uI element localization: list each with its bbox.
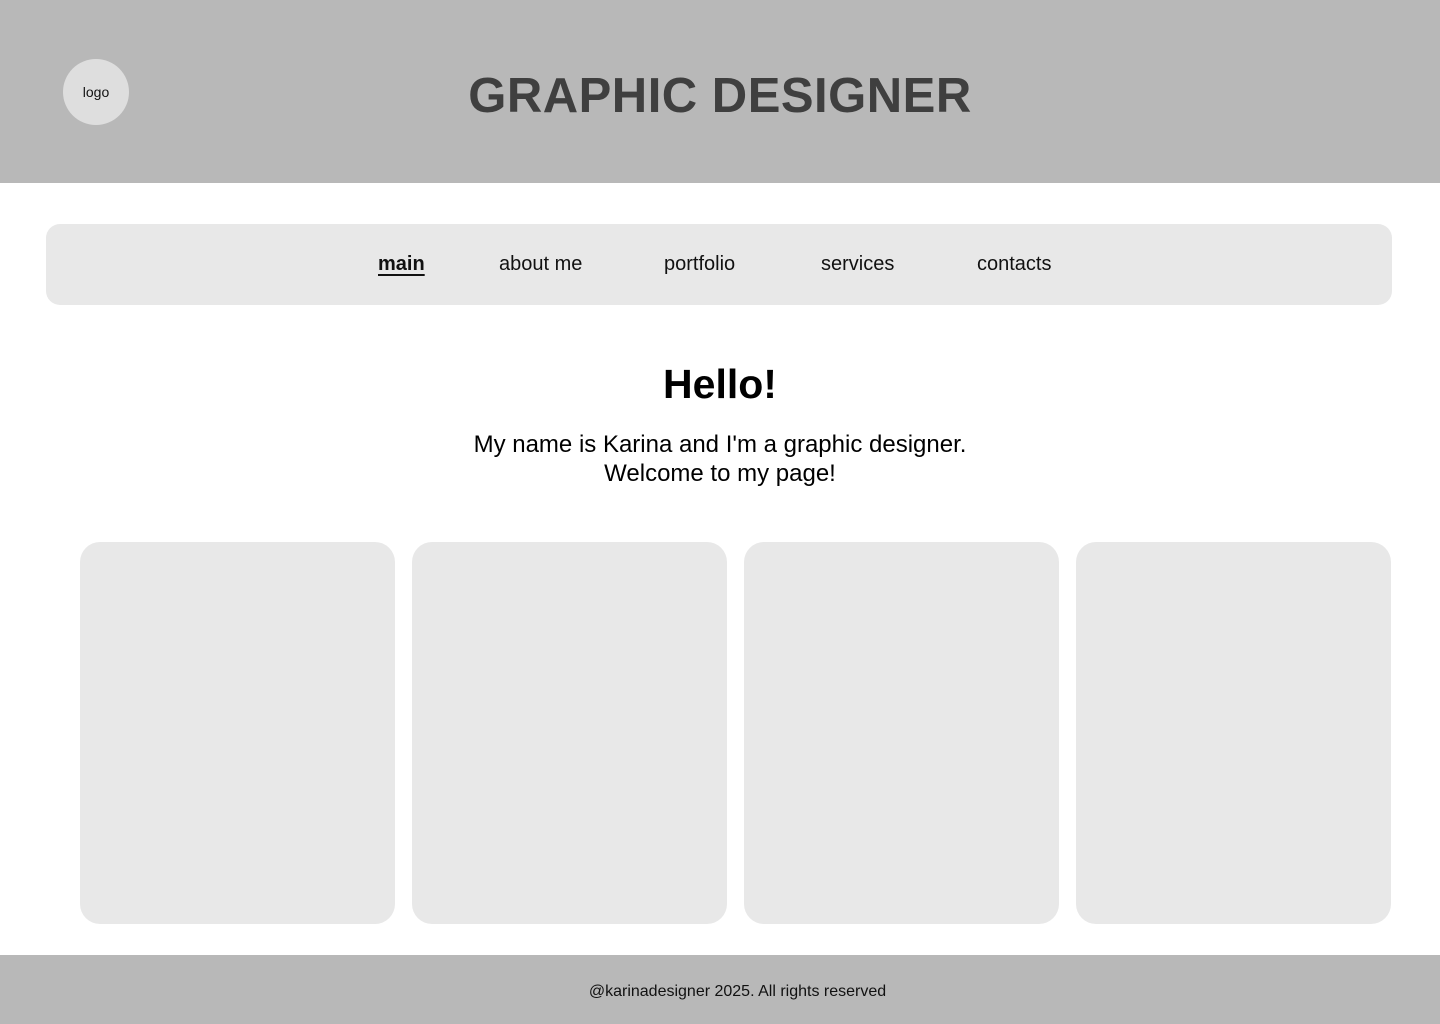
site-header: logo GRAPHIC DESIGNER [0, 0, 1440, 183]
site-footer: @karinadesigner 2025. All rights reserve… [0, 955, 1440, 1024]
portfolio-card-2[interactable] [412, 542, 727, 924]
nav-item-main[interactable]: main [378, 251, 425, 277]
nav-item-about-me[interactable]: about me [499, 251, 582, 277]
footer-copyright: @karinadesigner 2025. All rights reserve… [588, 983, 887, 1000]
nav-item-portfolio[interactable]: portfolio [664, 251, 735, 277]
intro-text: My name is Karina and I'm a graphic desi… [0, 430, 1440, 488]
portfolio-card-4[interactable] [1076, 542, 1391, 924]
site-title: GRAPHIC DESIGNER [468, 69, 972, 123]
page: logo GRAPHIC DESIGNER main about me port… [0, 0, 1440, 1024]
portfolio-card-1[interactable] [80, 542, 395, 924]
main-nav: main about me portfolio services contact… [46, 224, 1392, 305]
intro-line-1: My name is Karina and I'm a graphic desi… [473, 431, 967, 458]
nav-item-services[interactable]: services [821, 251, 894, 277]
nav-item-contacts[interactable]: contacts [977, 251, 1051, 277]
intro-line-2: Welcome to my page! [604, 460, 836, 487]
intro-heading: Hello! [663, 361, 777, 407]
portfolio-card-3[interactable] [744, 542, 1059, 924]
